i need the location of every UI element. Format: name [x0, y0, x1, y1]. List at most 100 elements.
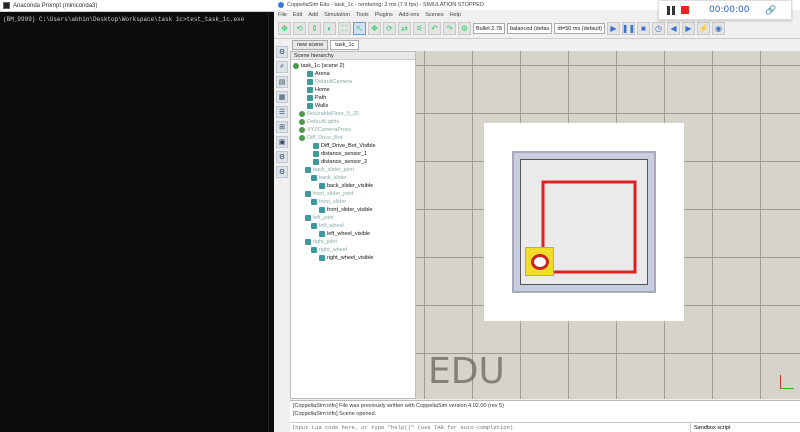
camera-rotate-icon[interactable]: ⟲ [293, 22, 306, 35]
hierarchy-item[interactable]: Diff_Drive_Bot_Visible [313, 142, 376, 150]
scene-hierarchy-panel[interactable]: Scene hierarchy task_1c (scene 2) Arena De… [290, 51, 416, 399]
model-browser-icon[interactable]: ▤ [276, 76, 288, 88]
anaconda-prompt-window[interactable]: Anaconda Prompt (miniconda3) (BM_9999) C… [0, 0, 274, 432]
link-icon[interactable]: 🔗 [765, 5, 776, 16]
hierarchy-item[interactable]: right_joint [305, 238, 337, 246]
hierarchy-item[interactable]: back_slider_joint [305, 166, 354, 174]
lua-input[interactable] [290, 423, 690, 432]
hierarchy-item[interactable]: back_slider [311, 174, 347, 182]
menu-add[interactable]: Add [308, 12, 318, 18]
hierarchy-item[interactable]: ResizableFloor_5_25 [299, 110, 359, 118]
search-icon[interactable]: ⌕ [276, 61, 288, 73]
hierarchy-item[interactable]: left_wheel_visible [319, 230, 370, 238]
hierarchy-item[interactable]: right_wheel [311, 246, 347, 254]
layers-icon[interactable]: ⊞ [276, 121, 288, 133]
hierarchy-item[interactable]: DefaultCamera [307, 78, 352, 86]
bot-wheel-icon [531, 254, 549, 270]
diff-drive-bot[interactable] [525, 247, 554, 276]
hierarchy-item[interactable]: Arena [307, 70, 330, 78]
cmd-output[interactable]: (BM_9999) C:\Users\abhin\Desktop\Workspa… [0, 12, 274, 27]
hierarchy-item[interactable]: Walls [307, 102, 328, 110]
menu-addons[interactable]: Add-ons [399, 12, 420, 18]
assemble-icon[interactable]: ⇄ [398, 22, 411, 35]
click-select-icon[interactable]: ↖ [353, 22, 366, 35]
tab-task-1c[interactable]: task_1c [330, 40, 360, 50]
scene-viewport[interactable]: EDU [416, 51, 800, 399]
shape-icon [311, 247, 317, 253]
shape-icon [311, 223, 317, 229]
engine-mode-select[interactable]: balanced (defau [507, 23, 553, 34]
menu-edit[interactable]: Edit [293, 12, 302, 18]
hierarchy-item-label: right_joint [313, 239, 337, 245]
dummy-icon [299, 135, 305, 141]
hierarchy-item[interactable]: right_wheel_visible [319, 254, 373, 262]
scripts-icon[interactable]: ⚙ [276, 151, 288, 163]
camera-pan-icon[interactable]: ✥ [278, 22, 291, 35]
pause-icon[interactable] [667, 5, 675, 15]
cmd-title: Anaconda Prompt (miniconda3) [13, 2, 98, 9]
hierarchy-item[interactable]: Diff_Drive_Bot [299, 134, 342, 142]
shape-icon [305, 167, 311, 173]
stop-record-icon[interactable] [681, 6, 689, 14]
menu-scenes[interactable]: Scenes [425, 12, 443, 18]
hierarchy-item[interactable]: distance_sensor_2 [313, 158, 367, 166]
status-line: [CoppeliaSim:info] File was previously w… [293, 403, 504, 409]
arena-floor [520, 159, 648, 285]
gear-icon[interactable]: ⚙ [276, 46, 288, 58]
pause-simulation-icon[interactable]: ❚❚ [622, 22, 635, 35]
dynamics-icon[interactable]: ⚙ [458, 22, 471, 35]
hierarchy-item[interactable]: task_1c (scene 2) [293, 62, 344, 70]
menu-simulation[interactable]: Simulation [324, 12, 350, 18]
scene-hierarchy-icon[interactable]: ☰ [276, 106, 288, 118]
camera-angle-icon[interactable]: ◐ [323, 22, 336, 35]
hierarchy-item[interactable]: DefaultLights [299, 118, 339, 126]
shape-icon [307, 103, 313, 109]
stop-simulation-icon[interactable]: ■ [636, 22, 650, 35]
dt-select[interactable]: dt=50 ms (default) [554, 23, 605, 34]
dummy-icon [299, 119, 305, 125]
record-timer: 00:00:00 [709, 5, 750, 15]
settings-icon[interactable]: ⚙ [276, 166, 288, 178]
hierarchy-item-label: distance_sensor_1 [321, 151, 368, 157]
hierarchy-item[interactable]: Home [307, 86, 330, 94]
coppelia-logo-icon [278, 2, 284, 8]
dummy-icon [293, 63, 299, 69]
world-axes-icon [780, 375, 794, 389]
camera-shift-icon[interactable]: ⇕ [308, 22, 321, 35]
physics-engine-select[interactable]: Bullet 2.78 [473, 23, 505, 34]
hierarchy-item[interactable]: XYZCameraProxy [299, 126, 351, 134]
faster-icon[interactable]: ▶ [681, 22, 695, 35]
coppelia-title: CoppeliaSim Edu - task_1c - rendering: 2… [287, 2, 484, 8]
menu-help[interactable]: Help [450, 12, 461, 18]
undo-icon[interactable]: ↶ [428, 22, 441, 35]
sandbox-script-select[interactable]: Sandbox script [690, 423, 800, 432]
selection-icon[interactable]: ▣ [276, 136, 288, 148]
visualization-icon[interactable]: ◉ [711, 22, 725, 35]
hierarchy-item[interactable]: front_slider_visible [319, 206, 373, 214]
hierarchy-item[interactable]: left_wheel [311, 222, 344, 230]
cmd-titlebar[interactable]: Anaconda Prompt (miniconda3) [0, 0, 274, 12]
hierarchy-item[interactable]: Path [307, 94, 326, 102]
calculation-icon[interactable]: ▦ [276, 91, 288, 103]
hierarchy-item[interactable]: front_slider [311, 198, 346, 206]
hierarchy-item[interactable]: distance_sensor_1 [313, 150, 367, 158]
hierarchy-item[interactable]: back_slider_visible [319, 182, 373, 190]
realtime-icon[interactable]: ◷ [651, 22, 665, 35]
hierarchy-item-label: Home [315, 87, 330, 93]
menu-file[interactable]: File [278, 12, 287, 18]
transfer-dna-icon[interactable]: ⚟ [413, 22, 426, 35]
fit-view-icon[interactable]: ⛶ [338, 22, 351, 35]
tab-new-scene[interactable]: new scene [292, 40, 329, 50]
redo-icon[interactable]: ↷ [443, 22, 456, 35]
slower-icon[interactable]: ◀ [666, 22, 680, 35]
object-rotate-icon[interactable]: ⟳ [383, 22, 396, 35]
menu-plugins[interactable]: Plugins [375, 12, 393, 18]
dummy-icon [299, 127, 305, 133]
hierarchy-item[interactable]: left_joint [305, 214, 334, 222]
hierarchy-item[interactable]: front_slider_joint [305, 190, 353, 198]
shape-icon [313, 159, 319, 165]
menu-tools[interactable]: Tools [356, 12, 369, 18]
object-shift-icon[interactable]: ✥ [368, 22, 381, 35]
start-simulation-icon[interactable]: ▶ [606, 22, 620, 35]
thread-icon[interactable]: ⚡ [696, 22, 710, 35]
